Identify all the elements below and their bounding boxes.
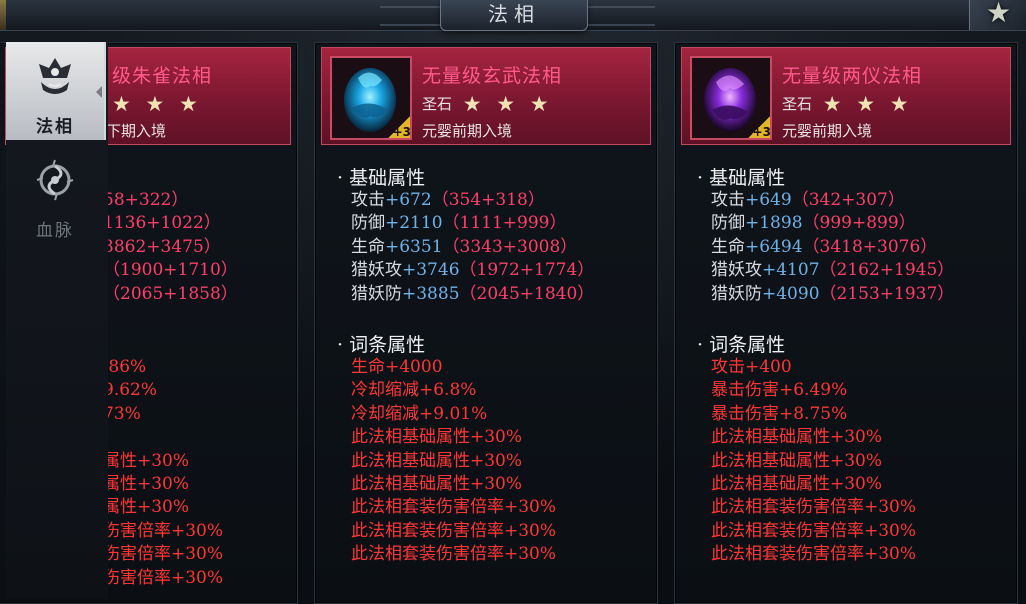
card-grade-row: 圣石 ★ ★ ★ xyxy=(422,92,553,116)
card-stage: 元婴前期入境 xyxy=(422,122,513,140)
affix-row: 此法相套装伤害倍率+30% xyxy=(351,520,557,541)
card-stage: 元婴前期入境 xyxy=(782,122,873,140)
card-grade: 圣石 xyxy=(782,95,813,113)
faxiang-card-xuanwu[interactable]: +3 无量级玄武法相 圣石 ★ ★ ★ 元婴前期入境 · 基础属性 攻击+672… xyxy=(314,42,658,604)
card-name: 无量级玄武法相 xyxy=(422,65,563,87)
tab-faxiang[interactable]: 法相 xyxy=(6,42,106,140)
affix-row: 生命+4000 xyxy=(351,357,443,377)
affix-row: 此法相套装伤害倍率+30% xyxy=(711,520,917,541)
stat-row: 防御+2110（1111+999） xyxy=(351,213,567,234)
affix-row: 暴击伤害+8.75% xyxy=(711,403,848,424)
tab-label: 血脉 xyxy=(36,221,74,241)
affix-row: 冷却缩减+9.01% xyxy=(351,403,488,424)
affix-title: · 词条属性 xyxy=(697,334,786,356)
affix-row: 伤害倍率+30% xyxy=(103,544,224,565)
header-left-ornament xyxy=(0,0,6,30)
affix-row: 此法相基础属性+30% xyxy=(711,450,883,471)
left-sidebar: 法相 血脉 xyxy=(6,42,108,599)
faxiang-card-liangyi[interactable]: +3 无量级两仪法相 圣石 ★ ★ ★ 元婴前期入境 · 基础属性 攻击+649… xyxy=(674,42,1018,604)
affix-list: 生命+4000 冷却缩减+6.8% 冷却缩减+9.01% 此法相基础属性+30%… xyxy=(351,356,556,567)
affix-row: 冷却缩减+6.8% xyxy=(351,380,477,401)
xuemai-swirl-icon xyxy=(36,159,74,201)
affix-list: .86% 9.62% 73% 属性+30% 属性+30% 属性+30% 伤害倍率… xyxy=(103,356,223,590)
stat-row: 攻击+672（354+318） xyxy=(351,190,545,210)
stat-row: 猎妖攻+3746（1972+1774） xyxy=(351,260,595,281)
affix-row: 此法相套装伤害倍率+30% xyxy=(351,497,557,518)
affix-row: 此法相套装伤害倍率+30% xyxy=(711,497,917,518)
stat-row: 猎妖攻+4107（2162+1945） xyxy=(711,260,955,281)
card-name: 级朱雀法相 xyxy=(112,65,213,87)
faxiang-egg-portrait: +3 xyxy=(330,56,412,140)
affix-row: 属性+30% xyxy=(103,450,190,471)
affix-row: 此法相基础属性+30% xyxy=(711,427,883,448)
card-name: 无量级两仪法相 xyxy=(782,65,923,87)
stat-row: 3862+3475） xyxy=(103,236,221,257)
affix-row: 属性+30% xyxy=(103,497,190,518)
faxiang-egg-portrait: +3 xyxy=(690,56,772,140)
stat-row: 生命+6494（3418+3076） xyxy=(711,236,938,257)
affix-row: 此法相基础属性+30% xyxy=(351,427,523,448)
affix-row: 73% xyxy=(103,403,141,424)
header-ornament-right xyxy=(585,6,655,26)
affix-row: 此法相基础属性+30% xyxy=(351,450,523,471)
card-stage: 下期入境 xyxy=(106,122,167,140)
card-grade-row: ★ ★ ★ xyxy=(112,92,202,116)
stat-row: 攻击+649（342+307） xyxy=(711,190,905,210)
affix-row: 暴击伤害+6.49% xyxy=(711,380,848,401)
corner-star-button[interactable]: ★ xyxy=(969,0,1026,30)
stat-row: 58+322） xyxy=(103,190,189,210)
star-rating: ★ ★ ★ xyxy=(462,92,553,116)
stat-row: 猎妖防+3885（2045+1840） xyxy=(351,283,595,304)
star-level-badge: +3 xyxy=(746,114,770,138)
base-stats-title: · 基础属性 xyxy=(697,167,786,189)
stat-row: 生命+6351（3343+3008） xyxy=(351,236,578,257)
stat-row: 1136+1022） xyxy=(103,213,221,234)
affix-row: 此法相套装伤害倍率+30% xyxy=(351,544,557,565)
affix-row xyxy=(103,426,223,449)
affix-row: 伤害倍率+30% xyxy=(103,567,224,588)
stat-row: 防御+1898（999+899） xyxy=(711,213,916,234)
card-grade: 圣石 xyxy=(422,95,453,113)
star-rating: ★ ★ ★ xyxy=(112,92,202,116)
card-header: +3 无量级玄武法相 圣石 ★ ★ ★ 元婴前期入境 xyxy=(321,47,651,145)
page-title: 法相 xyxy=(440,0,588,31)
star-icon: ★ xyxy=(986,0,1012,29)
affix-list: 攻击+400 暴击伤害+6.49% 暴击伤害+8.75% 此法相基础属性+30%… xyxy=(711,356,916,567)
affix-row: 攻击+400 xyxy=(711,357,792,377)
stat-row: （2065+1858） xyxy=(103,283,238,304)
star-rating: ★ ★ ★ xyxy=(822,92,913,116)
stat-row: （1900+1710） xyxy=(103,260,238,281)
affix-title: · 词条属性 xyxy=(337,334,426,356)
affix-row: 伤害倍率+30% xyxy=(103,520,224,541)
tab-xuemai[interactable]: 血脉 xyxy=(6,146,104,244)
tab-label: 法相 xyxy=(36,117,74,137)
card-grade-row: 圣石 ★ ★ ★ xyxy=(782,92,913,116)
card-header: +3 无量级两仪法相 圣石 ★ ★ ★ 元婴前期入境 xyxy=(681,47,1011,145)
base-stats-list: 58+322） 1136+1022） 3862+3475） （1900+1710… xyxy=(103,189,238,306)
base-stats-list: 攻击+672（354+318） 防御+2110（1111+999） 生命+635… xyxy=(351,189,594,306)
affix-row: 此法相基础属性+30% xyxy=(711,473,883,494)
star-level-badge: +3 xyxy=(386,114,410,138)
affix-row: 此法相套装伤害倍率+30% xyxy=(711,544,917,565)
active-tab-arrow xyxy=(96,86,102,98)
top-header-bar: 法相 ★ xyxy=(0,0,1026,31)
base-stats-title: · 基础属性 xyxy=(337,167,426,189)
affix-row: 属性+30% xyxy=(103,473,190,494)
base-stats-list: 攻击+649（342+307） 防御+1898（999+899） 生命+6494… xyxy=(711,189,954,306)
affix-row: 此法相基础属性+30% xyxy=(351,473,523,494)
affix-row: 9.62% xyxy=(103,380,158,401)
faxiang-crown-icon xyxy=(39,58,71,94)
affix-row: .86% xyxy=(103,357,147,377)
stat-row: 猎妖防+4090（2153+1937） xyxy=(711,283,955,304)
